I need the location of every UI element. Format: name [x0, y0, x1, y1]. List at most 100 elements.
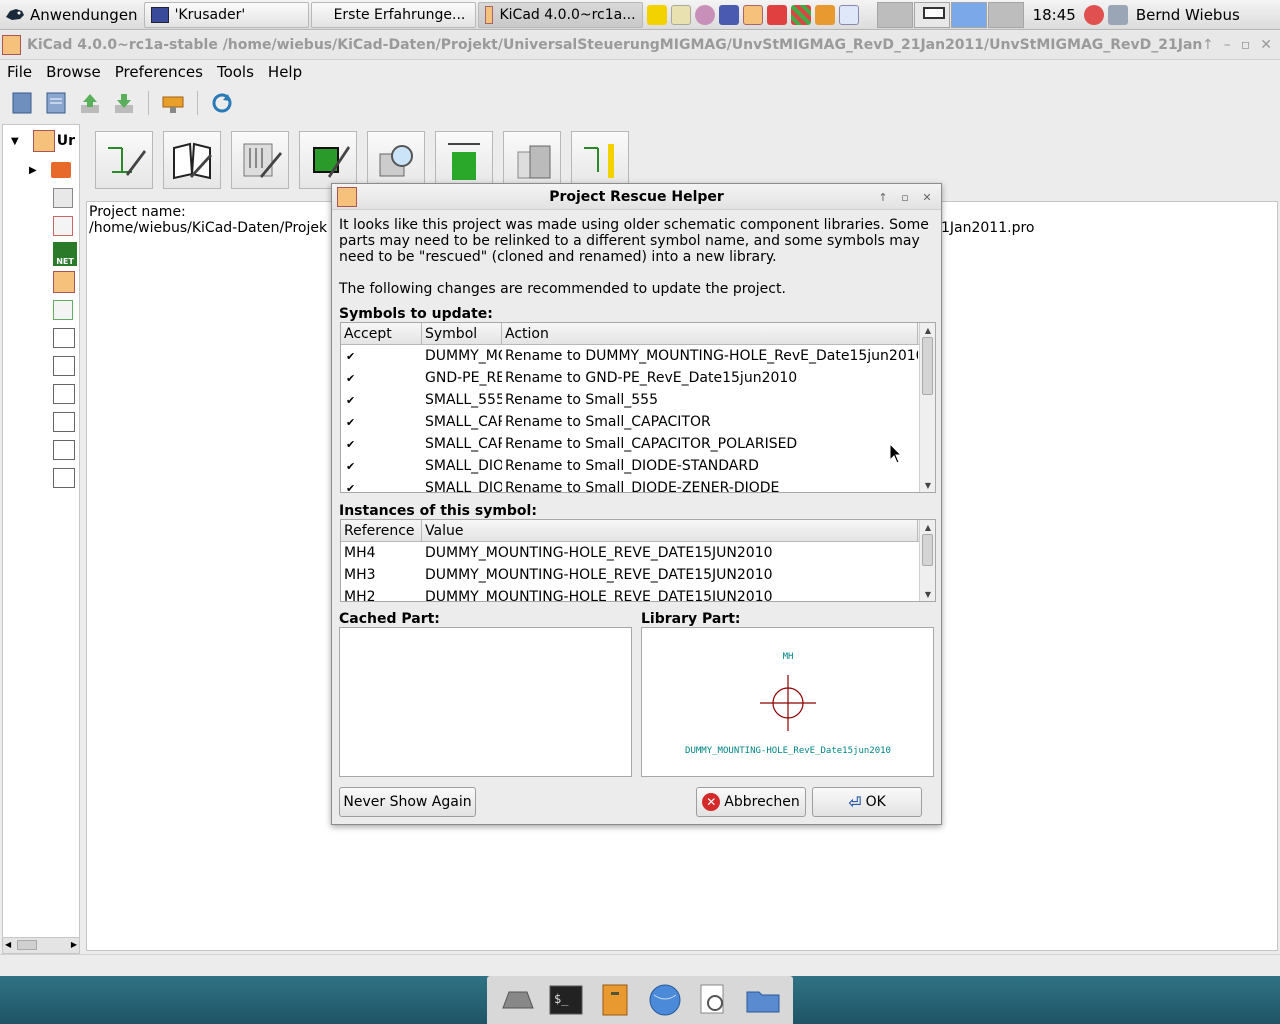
eeschema-button[interactable]: [95, 131, 153, 189]
task-browser[interactable]: Erste Erfahrunge...: [310, 1, 476, 28]
user-menu[interactable]: Bernd Wiebus: [1136, 6, 1240, 24]
new-project-button[interactable]: [8, 89, 36, 117]
cancel-button[interactable]: ✕ Abbrechen: [696, 787, 806, 817]
basket-icon[interactable]: [814, 4, 835, 25]
task-kicad[interactable]: KiCad 4.0.0~rc1a...: [477, 1, 643, 28]
library-editor-button[interactable]: [163, 131, 221, 189]
tree-file[interactable]: [53, 325, 75, 351]
refresh-button[interactable]: [208, 89, 236, 117]
menu-tools[interactable]: Tools: [210, 63, 261, 81]
bitmap2component-button[interactable]: [435, 131, 493, 189]
scroll-thumb[interactable]: [17, 940, 37, 950]
page-layout-editor-button[interactable]: [571, 131, 629, 189]
tree-horizontal-scrollbar[interactable]: ◀ ▶: [3, 937, 79, 953]
ok-button[interactable]: ⏎ OK: [812, 787, 922, 817]
screenshot-icon[interactable]: [718, 4, 739, 25]
accept-cell[interactable]: ✔: [341, 480, 422, 492]
checker-icon[interactable]: [790, 4, 811, 25]
window-maximize-icon[interactable]: ▫: [1241, 37, 1251, 53]
symbol-row[interactable]: ✔ SMALL_DIODE-STANDARDRename to Small_DIO…: [341, 455, 935, 477]
workspace-1[interactable]: [876, 1, 913, 28]
scroll-right-icon[interactable]: ▶: [71, 940, 77, 949]
instances-vertical-scrollbar[interactable]: ▲ ▼: [919, 520, 935, 601]
tree-file[interactable]: [53, 409, 75, 435]
scroll-thumb[interactable]: [922, 337, 933, 395]
menu-preferences[interactable]: Preferences: [108, 63, 210, 81]
menu-help[interactable]: Help: [261, 63, 309, 81]
symbols-grid[interactable]: Accept Symbol Action ✔ DUMMY_MOUNTING-HOL…: [340, 322, 936, 493]
scroll-thumb[interactable]: [922, 534, 933, 566]
tree-file[interactable]: NET: [53, 241, 77, 267]
scroll-down-icon[interactable]: ▼: [920, 478, 935, 492]
tree-folder[interactable]: ▶: [29, 157, 71, 183]
project-tree[interactable]: ▼ Ur ▶ NET ◀ ▶: [2, 124, 80, 954]
notes-icon[interactable]: [646, 4, 667, 25]
archive-button[interactable]: [159, 89, 187, 117]
instances-grid[interactable]: Reference Value MH4 DUMMY_MOUNTING-HOLE_R…: [340, 519, 936, 602]
accept-checkbox[interactable]: ✔: [346, 416, 355, 429]
scroll-left-icon[interactable]: ◀: [5, 940, 11, 949]
document-icon[interactable]: [838, 4, 859, 25]
column-symbol[interactable]: Symbol: [422, 323, 502, 344]
symbol-row[interactable]: ✔ SMALL_CAPACITORRename to Small_CAPACITO…: [341, 411, 935, 433]
workspace-2[interactable]: [913, 1, 950, 28]
gerbview-button[interactable]: [367, 131, 425, 189]
tree-file[interactable]: [53, 381, 75, 407]
dock-search[interactable]: [695, 981, 733, 1019]
symbol-row[interactable]: ✔ SMALL_CAPACITOR_POLARISEDRename to Smal…: [341, 433, 935, 455]
accept-cell[interactable]: ✔: [341, 348, 422, 364]
symbol-row[interactable]: ✔ SMALL_DIODE-ZENER-DIODERename to Small_…: [341, 477, 935, 492]
menu-file[interactable]: File: [0, 63, 39, 81]
editor-icon[interactable]: [670, 4, 691, 25]
tree-file[interactable]: [53, 297, 73, 323]
kicad-launcher-icon[interactable]: [742, 4, 763, 25]
dialog-up-icon[interactable]: ↑: [875, 189, 891, 205]
instance-row[interactable]: MH4 DUMMY_MOUNTING-HOLE_REVE_DATE15JUN201…: [341, 542, 935, 564]
column-reference[interactable]: Reference: [341, 520, 422, 541]
accept-cell[interactable]: ✔: [341, 370, 422, 386]
expand-arrow-icon[interactable]: ▼: [11, 136, 19, 147]
dock-folder[interactable]: [744, 981, 782, 1019]
alarm-clock-icon[interactable]: [1083, 4, 1104, 25]
sync-icon[interactable]: [694, 4, 715, 25]
clock[interactable]: 18:45: [1033, 6, 1076, 24]
applications-menu[interactable]: Anwendungen: [0, 0, 144, 30]
save-project-button[interactable]: [110, 89, 138, 117]
workspace-3[interactable]: [950, 1, 987, 28]
accept-cell[interactable]: ✔: [341, 392, 422, 408]
symbol-row[interactable]: ✔ DUMMY_MOUNTING-HOLE_REVE_DATE15JUN2010R…: [341, 345, 935, 367]
scroll-up-icon[interactable]: ▲: [920, 323, 935, 337]
symbol-row[interactable]: ✔ SMALL_555 Rename to Small_555: [341, 389, 935, 411]
column-value[interactable]: Value: [422, 520, 918, 541]
scroll-down-icon[interactable]: ▼: [920, 587, 935, 601]
tree-file[interactable]: [53, 185, 73, 211]
workspace-4[interactable]: [987, 1, 1024, 28]
task-krusader[interactable]: 'Krusader': [143, 1, 309, 28]
tree-file[interactable]: [53, 353, 75, 379]
dialog-close-icon[interactable]: ✕: [919, 189, 935, 205]
instance-row[interactable]: MH3 DUMMY_MOUNTING-HOLE_REVE_DATE15JUN201…: [341, 564, 935, 586]
tree-root[interactable]: ▼ Ur: [11, 128, 75, 154]
footprint-editor-button[interactable]: [299, 131, 357, 189]
window-minimize-icon[interactable]: –: [1224, 37, 1231, 53]
pcb-calculator-button[interactable]: [503, 131, 561, 189]
tree-file[interactable]: [53, 269, 75, 295]
accept-checkbox[interactable]: ✔: [346, 460, 355, 473]
pcbnew-button[interactable]: [231, 131, 289, 189]
collapse-arrow-icon[interactable]: ▶: [29, 165, 37, 176]
open-project-button[interactable]: [76, 89, 104, 117]
scroll-up-icon[interactable]: ▲: [920, 520, 935, 534]
symbols-vertical-scrollbar[interactable]: ▲ ▼: [919, 323, 935, 492]
column-accept[interactable]: Accept: [341, 323, 422, 344]
accept-cell[interactable]: ✔: [341, 414, 422, 430]
instance-row[interactable]: MH2 DUMMY_MOUNTING-HOLE_REVE_DATE15JUN201…: [341, 586, 935, 601]
symbol-row[interactable]: ✔ GND-PE_REVE_DATE15JUN2010Rename to GND-…: [341, 367, 935, 389]
dialog-titlebar[interactable]: Project Rescue Helper ↑ ▫ ✕: [332, 184, 941, 210]
accept-checkbox[interactable]: ✔: [346, 372, 355, 385]
window-up-icon[interactable]: ↑: [1202, 37, 1214, 53]
menu-browse[interactable]: Browse: [39, 63, 108, 81]
accept-checkbox[interactable]: ✔: [346, 438, 355, 451]
dock-file-cabinet[interactable]: [596, 981, 634, 1019]
network-icon[interactable]: [1107, 4, 1128, 25]
never-show-again-button[interactable]: Never Show Again: [339, 787, 476, 817]
